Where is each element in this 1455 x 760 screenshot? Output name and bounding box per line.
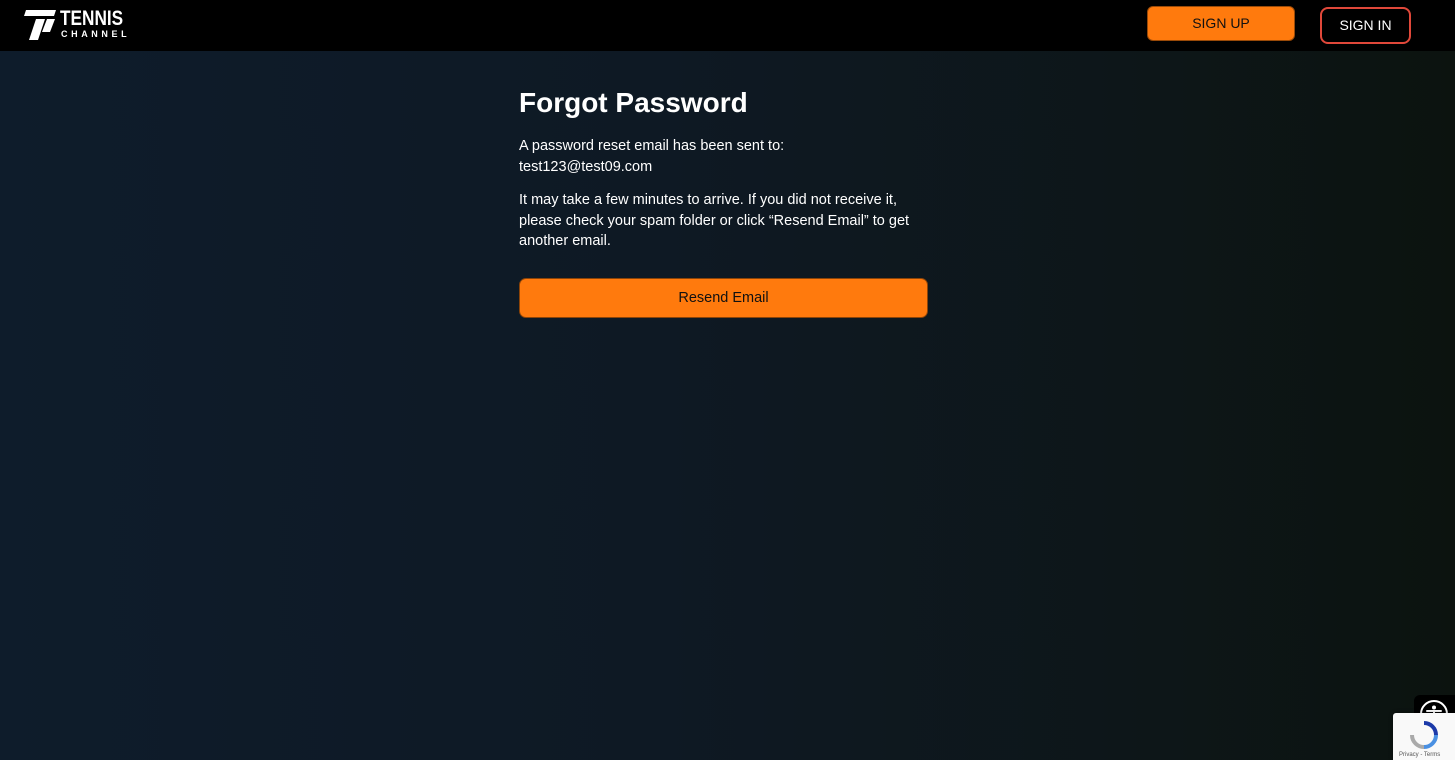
top-navigation-bar: TENNIS CHANNEL SIGN UP SIGN IN bbox=[0, 0, 1455, 51]
logo-wordmark: TENNIS bbox=[60, 7, 124, 30]
recaptcha-links[interactable]: Privacy - Terms bbox=[1399, 752, 1440, 759]
page-title: Forgot Password bbox=[519, 87, 748, 118]
reset-email-address: test123@test09.com bbox=[519, 158, 653, 175]
recaptcha-badge[interactable]: Privacy - Terms bbox=[1393, 713, 1455, 760]
recaptcha-icon bbox=[1410, 721, 1438, 749]
logo-subtext: CHANNEL bbox=[61, 29, 131, 39]
reset-sent-message: A password reset email has been sent to:… bbox=[519, 136, 929, 177]
forgot-password-panel: Forgot Password A password reset email h… bbox=[519, 86, 929, 318]
reset-sent-text: A password reset email has been sent to: bbox=[519, 138, 785, 154]
tennis-channel-t-icon bbox=[24, 10, 56, 40]
sign-up-button[interactable]: SIGN UP bbox=[1147, 6, 1295, 41]
tennis-channel-logo[interactable]: TENNIS CHANNEL bbox=[24, 8, 134, 42]
sign-in-button[interactable]: SIGN IN bbox=[1320, 7, 1411, 44]
reset-info-message: It may take a few minutes to arrive. If … bbox=[519, 192, 910, 249]
resend-email-button[interactable]: Resend Email bbox=[519, 277, 928, 318]
